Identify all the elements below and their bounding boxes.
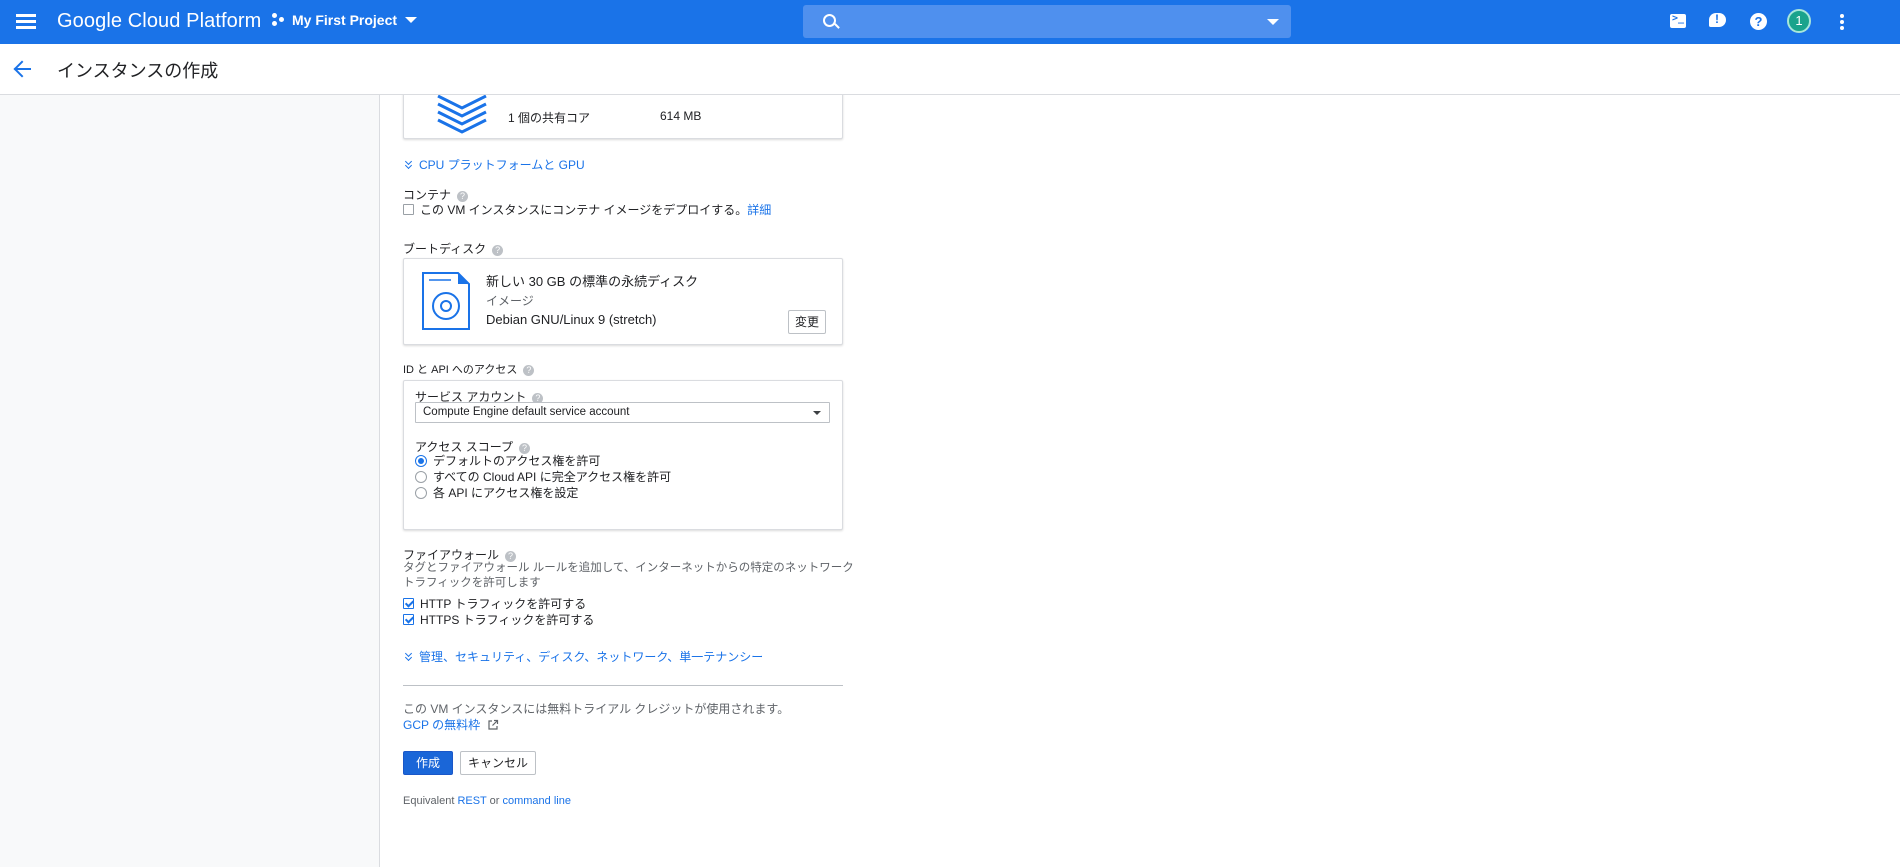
open-in-new-icon [488,719,499,730]
cloud-shell-icon[interactable] [1669,12,1689,32]
project-name: My First Project [292,12,398,28]
rest-link[interactable]: REST [457,795,486,807]
search-dropdown-icon[interactable] [1267,19,1279,25]
help-circle-icon[interactable]: ? [492,245,504,256]
search-bar[interactable] [803,5,1291,38]
equivalent-line: Equivalent REST or command line [403,795,571,807]
avatar[interactable]: 1 [1787,9,1811,33]
scope-option-default[interactable]: デフォルトのアクセス権を許可 [415,452,600,469]
chevron-double-down-icon [403,651,415,663]
page-title: インスタンスの作成 [57,61,219,81]
page-header: インスタンスの作成 [0,44,1900,95]
divider [403,685,843,686]
search-icon [823,14,836,27]
chevron-double-down-icon [403,159,415,171]
management-link[interactable]: 管理、セキュリティ、ディスク、ネットワーク、単一テナンシー [403,648,763,665]
create-button[interactable]: 作成 [403,751,453,775]
help-circle-icon[interactable]: ? [523,365,535,376]
scope-option-full[interactable]: すべての Cloud API に完全アクセス権を許可 [415,468,671,485]
https-checkbox-row[interactable]: HTTPS トラフィックを許可する [403,611,594,628]
stack-layers-icon [437,95,487,134]
top-bar: Google Cloud Platform My First Project 1 [0,0,1900,44]
project-dots-icon [272,13,286,27]
boot-disk-section-label: ブートディスク? [403,240,504,257]
trial-notice: この VM インスタンスには無料トライアル クレジットが使用されます。 [403,702,790,716]
free-tier-link[interactable]: GCP の無料枠 [403,716,499,733]
scope-radio-default[interactable] [415,455,427,467]
boot-disk-change-button[interactable]: 変更 [788,310,826,334]
project-selector[interactable]: My First Project [272,12,418,28]
boot-disk-title: 新しい 30 GB の標準の永続ディスク [486,274,699,289]
command-line-link[interactable]: command line [502,795,570,807]
left-panel [0,95,380,867]
machine-type-card: 1 個の共有コア 614 MB [403,95,843,139]
disk-icon [422,272,470,330]
dropdown-arrow-icon [813,411,821,415]
identity-card: サービス アカウント? Compute Engine default servi… [403,380,843,530]
identity-section-label: ID と API へのアクセス? [403,361,535,377]
container-checkbox-row[interactable]: この VM インスタンスにコンテナ イメージをデプロイする。詳細 [403,201,771,218]
chevron-down-icon [405,17,418,23]
more-vert-icon[interactable] [1832,12,1852,32]
cancel-button[interactable]: キャンセル [460,751,536,775]
help-icon[interactable] [1749,12,1769,32]
scope-radio-custom[interactable] [415,487,427,499]
service-account-select[interactable]: Compute Engine default service account [415,402,830,423]
boot-disk-image-label: イメージ [486,294,534,308]
scope-option-custom[interactable]: 各 API にアクセス権を設定 [415,484,578,501]
http-checkbox[interactable] [403,598,414,609]
machine-memory: 614 MB [660,109,702,123]
boot-disk-image-name: Debian GNU/Linux 9 (stretch) [486,312,657,327]
cpu-platform-link[interactable]: CPU プラットフォームと GPU [403,156,585,173]
back-arrow-icon[interactable] [12,58,34,80]
menu-icon[interactable] [14,11,38,33]
firewall-description: タグとファイアウォール ルールを追加して、インターネットからの特定のネットワーク… [403,562,854,589]
feedback-icon[interactable] [1708,12,1728,32]
main-content: 1 個の共有コア 614 MB CPU プラットフォームと GPU コンテナ? … [380,95,1900,867]
machine-cores: 1 個の共有コア [508,111,591,125]
container-details-link[interactable]: 詳細 [747,203,771,217]
brand-title[interactable]: Google Cloud Platform [57,10,261,33]
scope-radio-full[interactable] [415,471,427,483]
search-input[interactable] [853,10,1237,34]
boot-disk-card: 新しい 30 GB の標準の永続ディスク イメージ Debian GNU/Lin… [403,258,843,345]
https-checkbox[interactable] [403,614,414,625]
container-checkbox[interactable] [403,204,414,215]
http-checkbox-row[interactable]: HTTP トラフィックを許可する [403,595,586,612]
